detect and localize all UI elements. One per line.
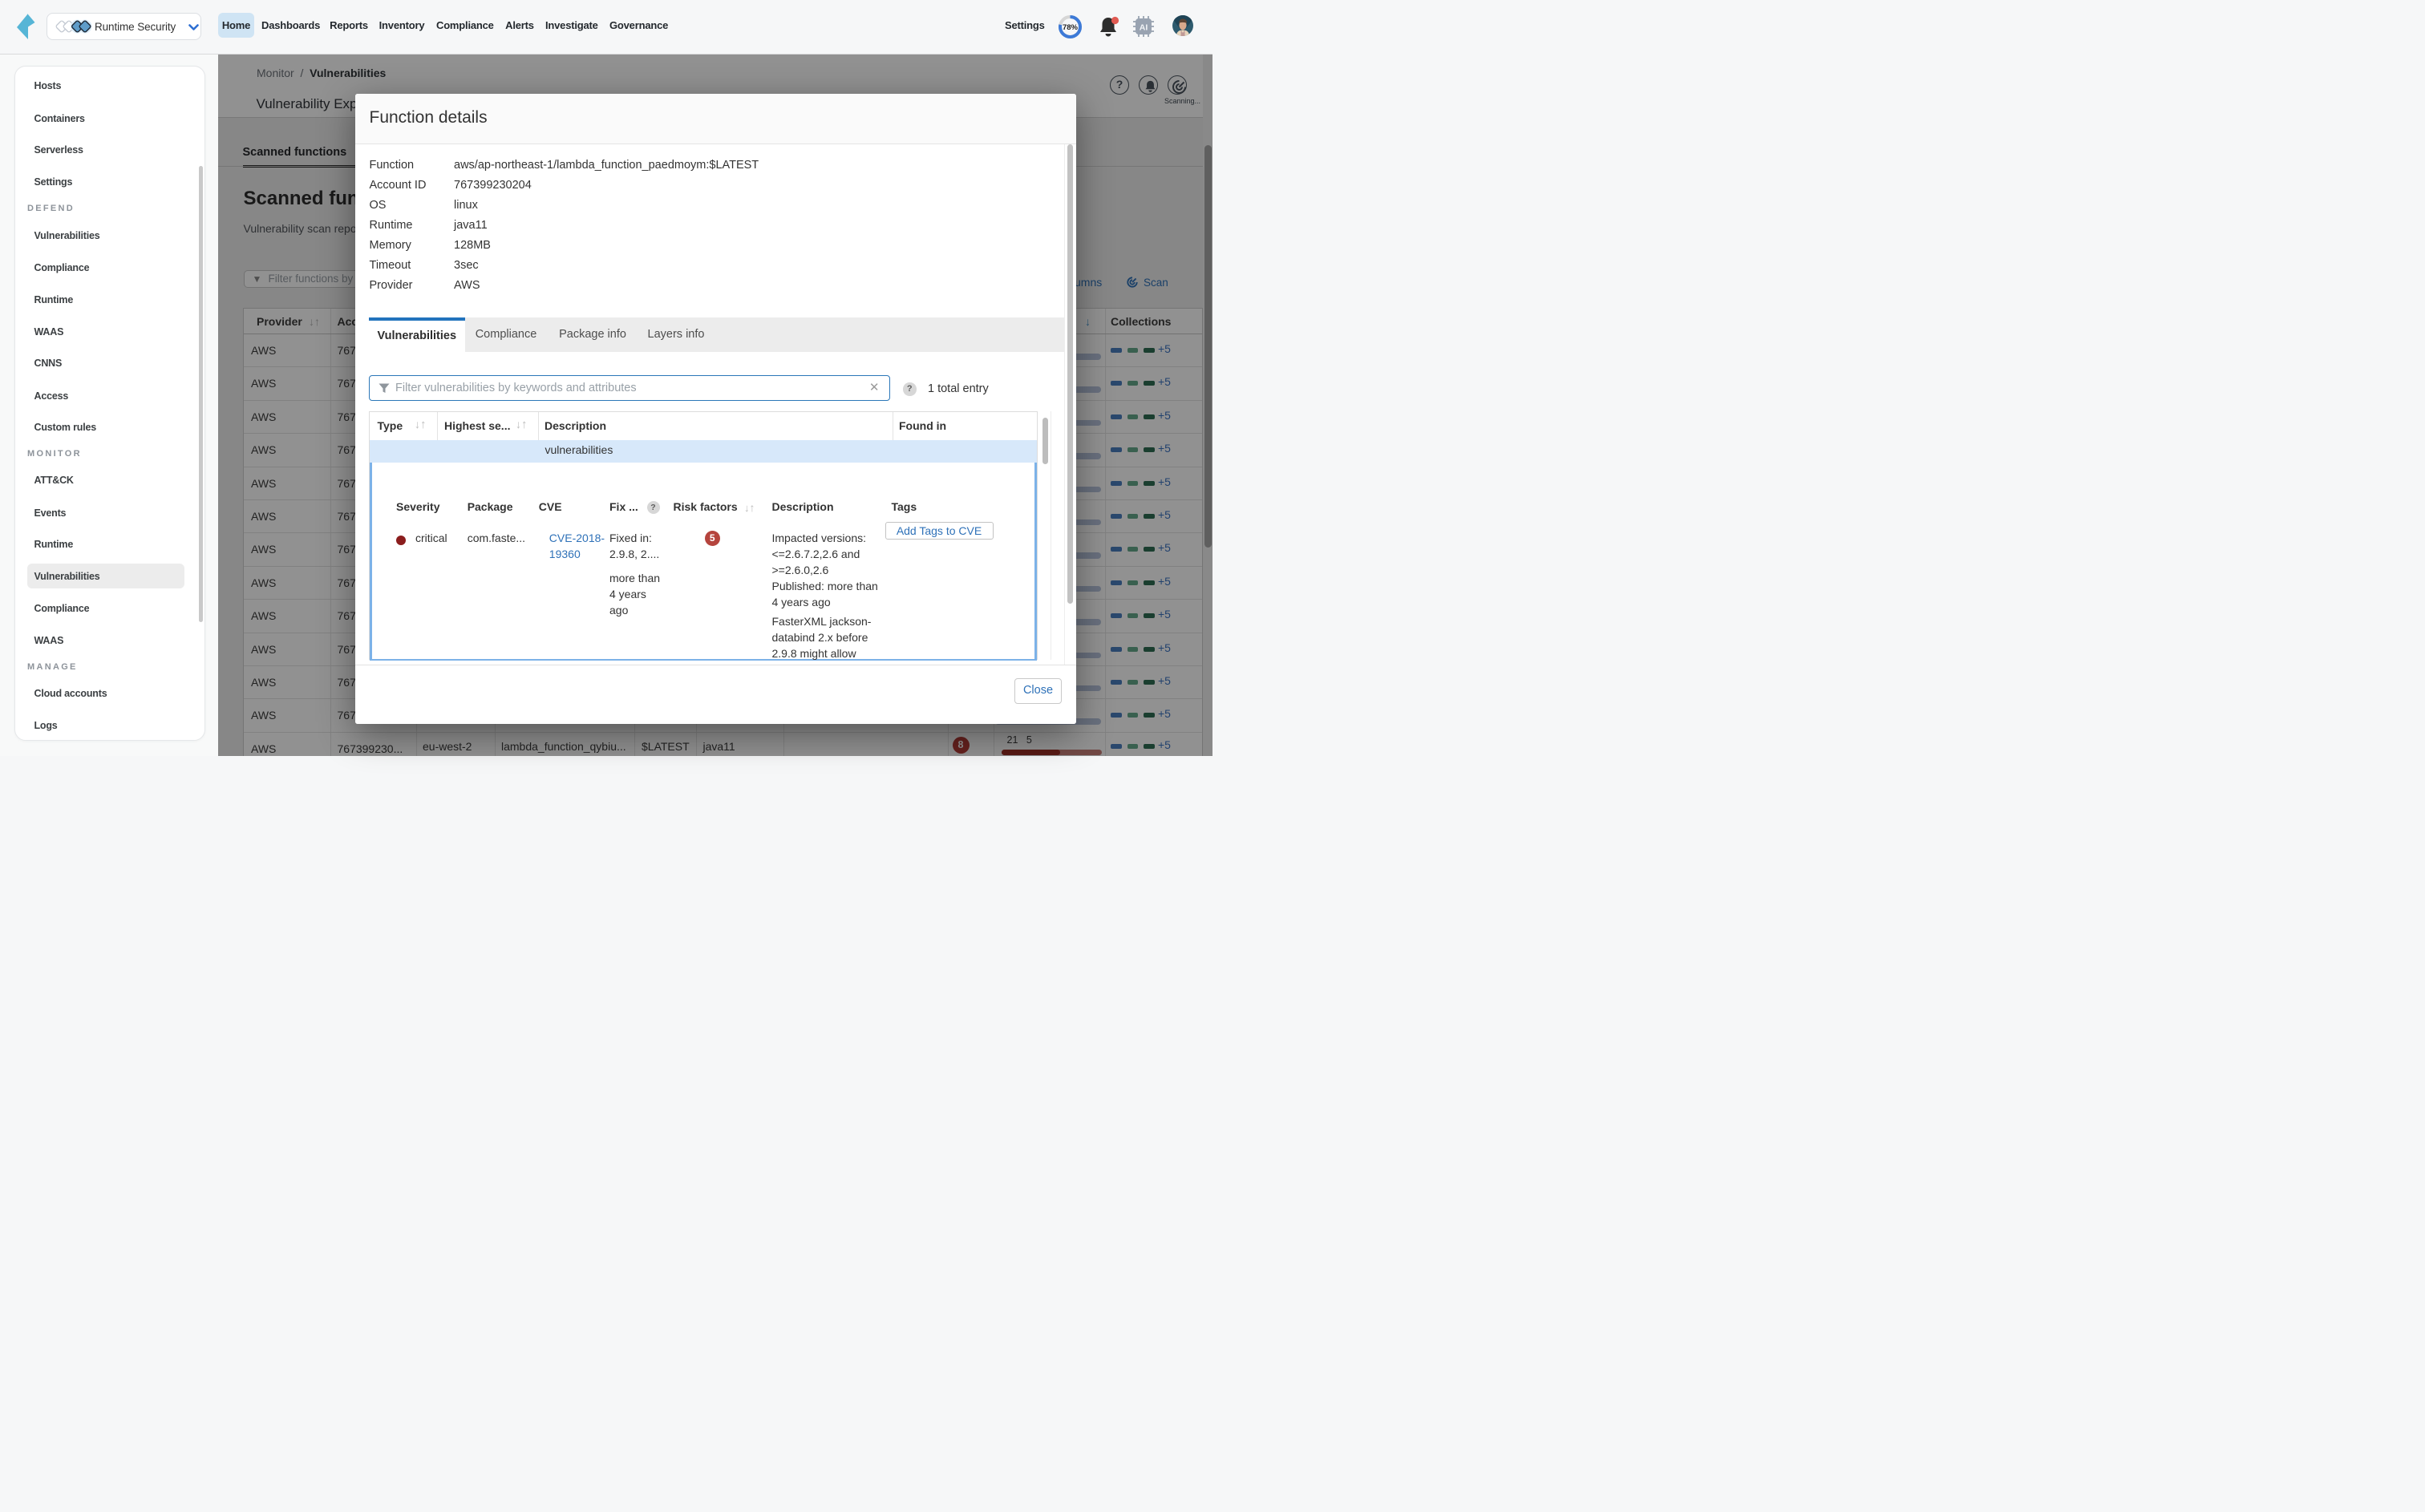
svg-text:AI: AI <box>1140 23 1148 33</box>
svg-text:78%: 78% <box>1063 23 1079 32</box>
